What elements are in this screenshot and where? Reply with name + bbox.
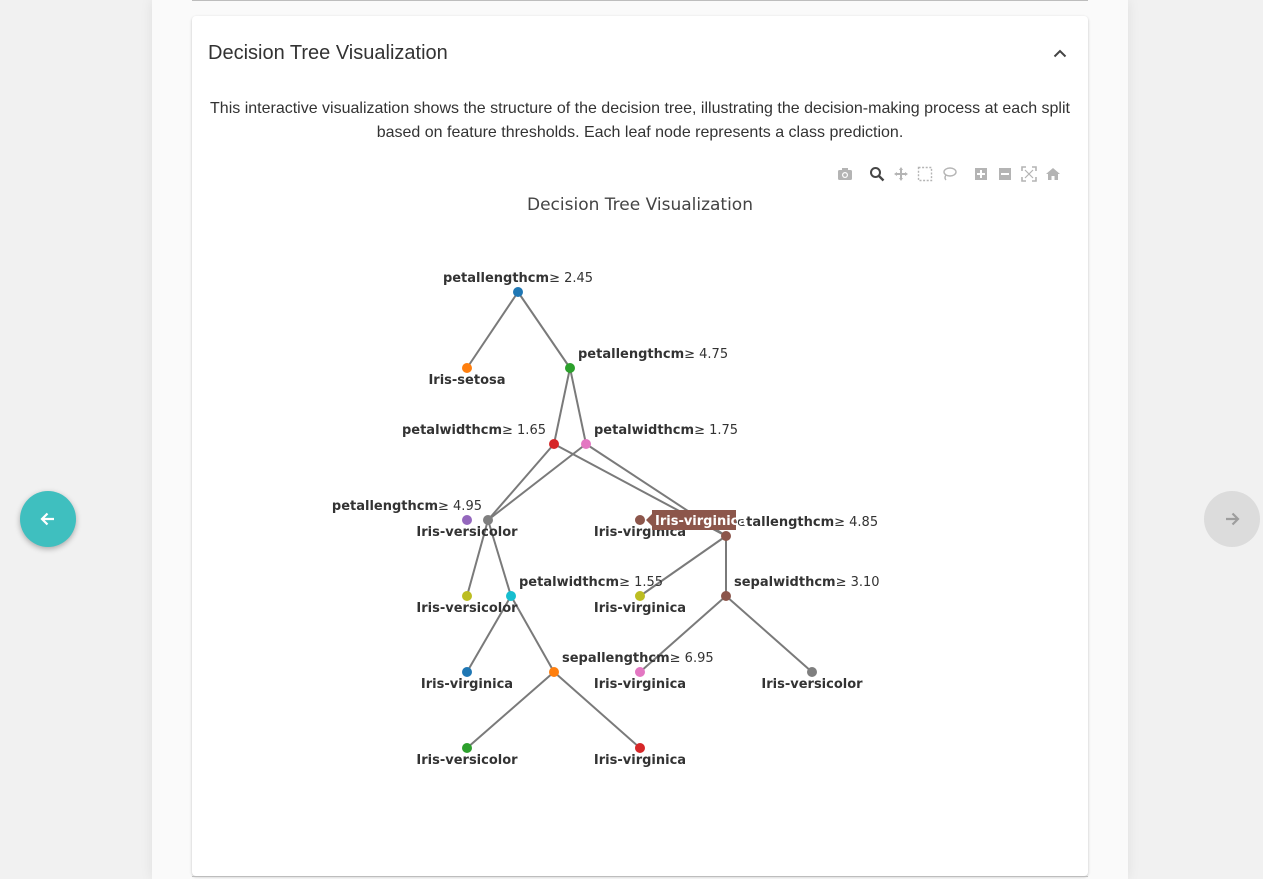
hover-tooltip: Iris-virginica	[646, 510, 747, 530]
page-column: Decision Tree Visualization This interac…	[152, 0, 1128, 879]
decision-tree-plot[interactable]: petallengthcm≥ 2.45 Iris-setosa petallengt…	[192, 16, 1088, 876]
split-node-label: sepallengthcm≥ 6.95	[562, 651, 714, 666]
split-node-marker[interactable]	[721, 531, 731, 541]
split-node-marker[interactable]	[483, 515, 493, 525]
leaf-node-marker[interactable]	[635, 591, 645, 601]
leaf-node-marker[interactable]	[462, 363, 472, 373]
leaf-node-label: Iris-virginica	[421, 677, 513, 692]
tree-edge	[725, 595, 813, 673]
split-node-marker[interactable]	[513, 287, 523, 297]
tree-nodes: petallengthcm≥ 2.45 Iris-setosa petallengt…	[332, 271, 880, 768]
split-node-label: petalwidthcm≥ 1.75	[594, 423, 738, 438]
leaf-node-label: Iris-versicolor	[416, 601, 518, 616]
arrow-left-icon	[40, 512, 54, 526]
leaf-node-marker[interactable]	[635, 667, 645, 677]
split-node-marker[interactable]	[565, 363, 575, 373]
next-page-button[interactable]	[1204, 491, 1260, 547]
leaf-node-marker[interactable]	[635, 515, 645, 525]
split-node-label: petallengthcm≥ 2.45	[443, 271, 593, 286]
leaf-node-label: Iris-versicolor	[761, 677, 863, 692]
tree-edge	[487, 443, 587, 521]
split-node-marker[interactable]	[549, 667, 559, 677]
split-node-label: petallengthcm≥ 4.85	[728, 515, 878, 530]
split-node-marker[interactable]	[506, 591, 516, 601]
card-bottom-edge	[192, 876, 1088, 877]
leaf-node-label: Iris-virginica	[594, 753, 686, 768]
tree-edge	[487, 443, 555, 521]
split-node-marker[interactable]	[549, 439, 559, 449]
leaf-node-marker[interactable]	[635, 743, 645, 753]
tree-edge	[517, 291, 571, 369]
tree-edge	[569, 367, 587, 445]
hover-tooltip-text: Iris-virginica	[655, 514, 747, 529]
leaf-node-marker[interactable]	[462, 591, 472, 601]
split-node-label: petalwidthcm≥ 1.65	[402, 423, 546, 438]
leaf-node-label: Iris-virginica	[594, 677, 686, 692]
arrow-right-icon	[1226, 512, 1240, 526]
leaf-node-label: Iris-virginica	[594, 601, 686, 616]
leaf-node-label: Iris-versicolor	[416, 753, 518, 768]
leaf-node-marker[interactable]	[462, 667, 472, 677]
visualization-card: Decision Tree Visualization This interac…	[192, 16, 1088, 876]
leaf-node-marker[interactable]	[462, 743, 472, 753]
previous-page-button[interactable]	[20, 491, 76, 547]
leaf-node-label: Iris-setosa	[428, 373, 505, 388]
leaf-node-label: Iris-versicolor	[416, 525, 518, 540]
tree-edge	[553, 367, 571, 445]
split-node-marker[interactable]	[581, 439, 591, 449]
previous-card-edge	[192, 0, 1088, 1]
tree-edge	[466, 291, 519, 369]
leaf-node-marker[interactable]	[462, 515, 472, 525]
split-node-label: sepalwidthcm≥ 3.10	[734, 575, 880, 590]
split-node-label: petalwidthcm≥ 1.55	[519, 575, 663, 590]
split-node-label: petallengthcm≥ 4.95	[332, 499, 482, 514]
split-node-label: petallengthcm≥ 4.75	[578, 347, 728, 362]
split-node-marker[interactable]	[721, 591, 731, 601]
leaf-node-marker[interactable]	[807, 667, 817, 677]
